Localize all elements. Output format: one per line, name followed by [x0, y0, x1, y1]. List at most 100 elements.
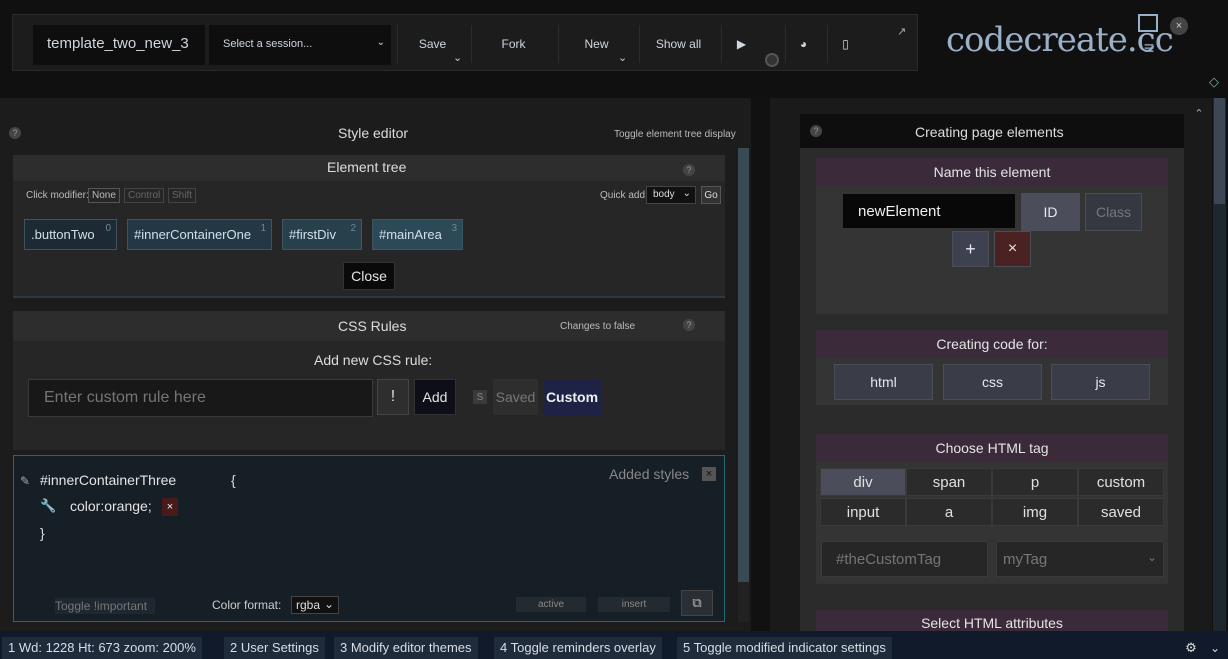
session-placeholder: Select a session... — [223, 38, 313, 50]
chip-index: 3 — [451, 223, 457, 234]
style-editor-scroll-thumb[interactable] — [738, 148, 749, 582]
go-button[interactable]: Go — [701, 186, 721, 204]
tag-img[interactable]: img — [992, 498, 1078, 526]
save-chevron-icon[interactable]: ⌄ — [453, 51, 462, 64]
expand-icon[interactable]: ↗ — [897, 25, 906, 38]
active-button[interactable]: active — [516, 597, 586, 612]
add-element-button[interactable]: + — [952, 231, 989, 267]
copy-icon[interactable]: ⧉ — [681, 590, 713, 616]
show-all-button[interactable]: Show all — [639, 25, 717, 63]
pencil-icon[interactable]: ✎ — [20, 474, 30, 488]
remove-element-button[interactable]: × — [994, 231, 1031, 267]
palette-icon[interactable]: ◕ — [785, 25, 821, 63]
play-icon[interactable]: ▶ — [721, 25, 761, 63]
layout-icon[interactable] — [1138, 14, 1158, 32]
element-tree-title: Element tree — [327, 159, 407, 175]
new-chevron-icon[interactable]: ⌄ — [618, 51, 627, 64]
tag-div[interactable]: div — [820, 468, 906, 496]
choose-tag-title: Choose HTML tag — [935, 440, 1049, 456]
save-label: Save — [418, 37, 447, 51]
session-select[interactable]: Select a session... ⌄ — [209, 25, 391, 65]
chevron-up-icon[interactable]: ⌃ — [1192, 106, 1206, 120]
rule-declaration[interactable]: color:orange; — [70, 498, 152, 514]
quick-add-select[interactable]: body ⌄ — [646, 186, 696, 204]
close-brace: } — [40, 525, 45, 541]
record-indicator[interactable] — [765, 53, 779, 67]
gear-icon[interactable]: ⚙ — [1184, 640, 1198, 656]
chip-label: #innerContainerOne — [134, 227, 252, 242]
menu-icon[interactable]: ≡ — [1138, 38, 1160, 58]
chevron-down-icon: ⌄ — [1146, 550, 1157, 564]
status-editor-themes[interactable]: 3 Modify editor themes — [334, 637, 478, 659]
chip-label: .buttonTwo — [31, 227, 95, 242]
custom-button[interactable]: Custom — [543, 379, 601, 415]
modifier-control[interactable]: Control — [124, 188, 165, 203]
chevron-down-icon: ⌄ — [376, 37, 385, 48]
help-icon[interactable]: ? — [683, 164, 695, 176]
saved-button[interactable]: Saved — [493, 379, 538, 415]
diamond-icon[interactable]: ◇ — [1206, 74, 1222, 90]
name-element-header: Name this element — [816, 158, 1168, 186]
help-icon[interactable]: ? — [9, 127, 21, 139]
chip-index: 2 — [350, 223, 356, 234]
important-button[interactable]: ! — [377, 379, 409, 415]
quick-add-label: Quick add: — [600, 190, 648, 201]
custom-rule-input[interactable] — [28, 379, 373, 417]
close-tree-button[interactable]: Close — [343, 262, 395, 290]
custom-tag-input[interactable] — [821, 541, 988, 577]
close-icon[interactable]: × — [1170, 17, 1188, 35]
tree-chip[interactable]: .buttonTwo 0 — [24, 219, 117, 250]
code-tab-html[interactable]: html — [834, 364, 933, 400]
rule-selector[interactable]: #innerContainerThree — [40, 472, 176, 488]
code-tab-css[interactable]: css — [943, 364, 1042, 400]
right-scroll-thumb[interactable] — [1214, 98, 1225, 204]
help-icon[interactable]: ? — [810, 125, 822, 137]
added-styles-label: Added styles — [609, 466, 690, 482]
help-icon[interactable]: ? — [683, 319, 695, 331]
add-new-rule-label: Add new CSS rule: — [314, 352, 433, 368]
id-button[interactable]: ID — [1021, 193, 1080, 231]
class-button[interactable]: Class — [1085, 193, 1142, 231]
template-name-input[interactable]: template_two_new_3 — [33, 25, 205, 65]
close-icon[interactable]: × — [702, 467, 716, 481]
tree-chip[interactable]: #firstDiv 2 — [282, 219, 362, 250]
attributes-title: Select HTML attributes — [921, 615, 1063, 631]
show-all-label: Show all — [655, 37, 702, 51]
new-label: New — [584, 37, 609, 51]
status-user-settings[interactable]: 2 User Settings — [224, 637, 325, 659]
status-modified-indicator[interactable]: 5 Toggle modified indicator settings — [677, 637, 892, 659]
modifier-none[interactable]: None — [88, 188, 120, 203]
element-name-input[interactable] — [842, 193, 1016, 229]
status-reminders[interactable]: 4 Toggle reminders overlay — [494, 637, 662, 659]
tree-chip[interactable]: #mainArea 3 — [372, 219, 463, 250]
changes-indicator: Changes to false — [560, 321, 636, 332]
color-format-select[interactable]: rgba ⌄ — [291, 596, 339, 614]
toggle-important-button[interactable]: Toggle !important — [55, 598, 155, 614]
chevron-down-icon[interactable]: ⌄ — [1208, 640, 1222, 656]
tablet-icon[interactable]: ▯ — [827, 25, 863, 63]
remove-declaration-icon[interactable]: × — [162, 498, 178, 516]
color-format-label: Color format: — [212, 598, 282, 612]
creating-title: Creating page elements — [915, 124, 1064, 140]
tree-chip[interactable]: #innerContainerOne 1 — [127, 219, 272, 250]
creating-code-title: Creating code for: — [936, 336, 1048, 352]
attributes-header: Select HTML attributes — [816, 610, 1168, 631]
modifier-shift[interactable]: Shift — [168, 188, 197, 203]
fork-button[interactable]: Fork — [471, 25, 555, 63]
add-rule-button[interactable]: Add — [414, 379, 456, 415]
toggle-tree-link[interactable]: Toggle element tree display — [614, 129, 736, 140]
tag-custom[interactable]: custom — [1078, 468, 1164, 496]
wrench-icon[interactable]: 🔧 — [40, 498, 56, 514]
tag-a[interactable]: a — [906, 498, 992, 526]
tag-saved[interactable]: saved — [1078, 498, 1164, 526]
css-rules-title: CSS Rules — [338, 318, 407, 334]
fork-label: Fork — [501, 37, 526, 51]
status-dimensions[interactable]: 1 Wd: 1228 Ht: 673 zoom: 200% — [2, 637, 202, 659]
tag-p[interactable]: p — [992, 468, 1078, 496]
tag-span[interactable]: span — [906, 468, 992, 496]
tag-select[interactable]: myTag ⌄ — [996, 541, 1164, 577]
insert-button[interactable]: insert — [598, 597, 670, 612]
s-key-badge[interactable]: S — [473, 390, 487, 404]
code-tab-js[interactable]: js — [1051, 364, 1150, 400]
tag-input[interactable]: input — [820, 498, 906, 526]
